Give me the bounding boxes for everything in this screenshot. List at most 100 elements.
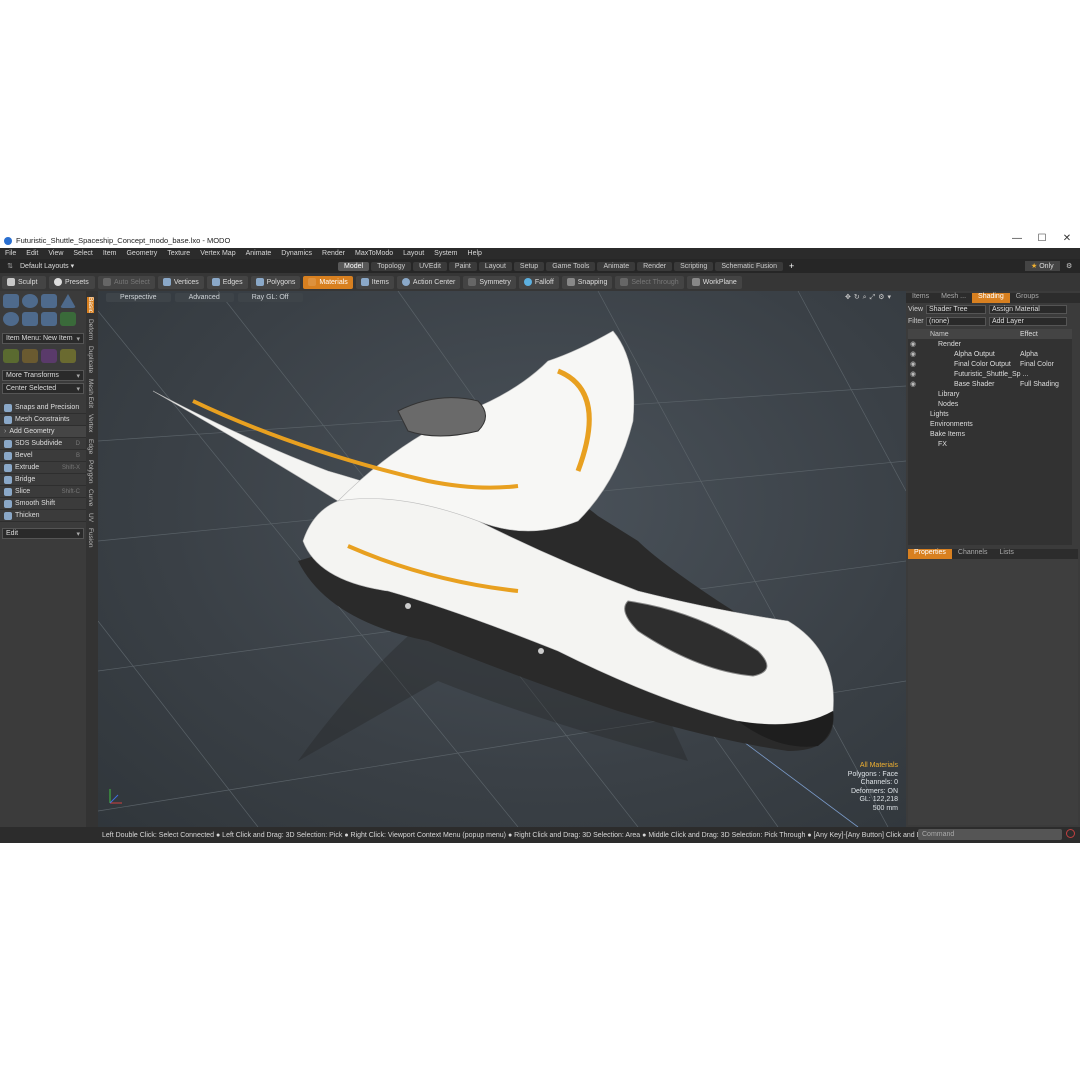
- tab-uvedit[interactable]: UVEdit: [413, 261, 447, 271]
- add-tab-button[interactable]: +: [789, 261, 794, 271]
- vtab-duplicate[interactable]: Duplicate: [87, 346, 94, 373]
- vtab-deform[interactable]: Deform: [87, 319, 94, 340]
- add-layer-button[interactable]: Add Layer: [989, 317, 1067, 326]
- close-button[interactable]: ✕: [1055, 233, 1079, 244]
- menu-view[interactable]: View: [43, 250, 68, 257]
- menu-maxtomodo[interactable]: MaxToModo: [350, 250, 398, 257]
- vtab-fusion[interactable]: Fusion: [87, 528, 94, 548]
- move-icon[interactable]: [3, 349, 19, 363]
- sculpt-button[interactable]: Sculpt: [2, 275, 46, 289]
- tree-row-material[interactable]: ◉ Futuristic_Shuttle_Sp ...: [908, 369, 1072, 379]
- menu-dynamics[interactable]: Dynamics: [276, 250, 317, 257]
- menu-animate[interactable]: Animate: [241, 250, 277, 257]
- items-button[interactable]: Items: [355, 275, 394, 289]
- add-geometry-header[interactable]: › Add Geometry: [0, 426, 86, 438]
- transform-icon[interactable]: [60, 349, 76, 363]
- snapping-button[interactable]: Snapping: [561, 275, 613, 289]
- cube-icon[interactable]: [3, 294, 19, 308]
- materials-button[interactable]: Materials: [303, 275, 353, 289]
- menu-render[interactable]: Render: [317, 250, 350, 257]
- bridge-button[interactable]: Bridge: [0, 474, 86, 486]
- tab-game-tools[interactable]: Game Tools: [546, 261, 596, 271]
- eye-icon[interactable]: ◉: [910, 350, 918, 358]
- gear-icon[interactable]: ⚙: [1066, 262, 1072, 270]
- vtab-uv[interactable]: UV: [87, 513, 94, 522]
- menu-item[interactable]: Item: [98, 250, 122, 257]
- tab-layout[interactable]: Layout: [478, 261, 512, 271]
- menu-layout[interactable]: Layout: [398, 250, 429, 257]
- tree-row-library[interactable]: Library: [908, 389, 1072, 399]
- presets-button[interactable]: Presets: [49, 275, 95, 289]
- more-transforms-dropdown[interactable]: More Transforms: [2, 370, 84, 381]
- maximize-button[interactable]: ☐: [1030, 233, 1054, 244]
- action-center-button[interactable]: Action Center: [396, 275, 461, 289]
- workplane-button[interactable]: WorkPlane: [686, 275, 742, 289]
- falloff-button[interactable]: Falloff: [518, 275, 559, 289]
- layout-switch-icon[interactable]: ⇅: [0, 262, 20, 270]
- only-toggle[interactable]: ★ Only: [1025, 261, 1060, 271]
- tab-properties[interactable]: Properties: [908, 549, 952, 559]
- sphere-icon[interactable]: [22, 294, 38, 308]
- bevel-button[interactable]: Bevel B: [0, 450, 86, 462]
- perspective-tab[interactable]: Perspective: [106, 292, 171, 302]
- tree-row-lights[interactable]: Lights: [908, 409, 1072, 419]
- tree-row-final-color-output[interactable]: ◉ Final Color Output Final Color: [908, 359, 1072, 369]
- slice-button[interactable]: Slice Shift-C: [0, 486, 86, 498]
- tab-schematic-fusion[interactable]: Schematic Fusion: [715, 261, 783, 271]
- assign-material-button[interactable]: Assign Material: [989, 305, 1067, 314]
- tree-row-alpha-output[interactable]: ◉ Alpha Output Alpha: [908, 349, 1072, 359]
- tree-effect[interactable]: Full Shading: [1020, 381, 1059, 388]
- menu-edit[interactable]: Edit: [21, 250, 43, 257]
- center-selected-dropdown[interactable]: Center Selected: [2, 383, 84, 394]
- torus-icon[interactable]: [3, 312, 19, 326]
- tab-scripting[interactable]: Scripting: [674, 261, 714, 271]
- vtab-basic[interactable]: Basic: [87, 297, 94, 313]
- capsule-icon[interactable]: [22, 312, 38, 326]
- polygons-button[interactable]: Polygons: [250, 275, 301, 289]
- vtab-vertex[interactable]: Vertex: [87, 414, 94, 432]
- rotate-icon[interactable]: [22, 349, 38, 363]
- tree-effect[interactable]: Alpha: [1020, 351, 1038, 358]
- tab-lists[interactable]: Lists: [993, 549, 1019, 559]
- menu-system[interactable]: System: [429, 250, 462, 257]
- menu-vertex-map[interactable]: Vertex Map: [195, 250, 240, 257]
- tab-groups[interactable]: Groups: [1010, 293, 1045, 303]
- scale-icon[interactable]: [41, 349, 57, 363]
- default-layouts-dropdown[interactable]: Default Layouts ▾: [20, 262, 338, 270]
- menu-geometry[interactable]: Geometry: [121, 250, 162, 257]
- mesh-constraints-button[interactable]: Mesh Constraints: [0, 414, 86, 426]
- eye-icon[interactable]: ◉: [910, 360, 918, 368]
- tab-model[interactable]: Model: [338, 261, 370, 271]
- viewport-nav-icons[interactable]: ✥↻⌕⤢⚙▾: [845, 293, 894, 302]
- snaps-and-precision-button[interactable]: Snaps and Precision: [0, 402, 86, 414]
- cone-icon[interactable]: [60, 294, 76, 308]
- tree-row-nodes[interactable]: Nodes: [908, 399, 1072, 409]
- text-icon[interactable]: [60, 312, 76, 326]
- 3d-viewport[interactable]: Perspective Advanced Ray GL: Off ✥↻⌕⤢⚙▾ …: [98, 291, 906, 827]
- edges-button[interactable]: Edges: [206, 275, 248, 289]
- plane-icon[interactable]: [41, 312, 57, 326]
- edit-dropdown[interactable]: Edit: [2, 528, 84, 539]
- smooth-shift-button[interactable]: Smooth Shift: [0, 498, 86, 510]
- tree-row-fx[interactable]: FX: [908, 439, 1072, 449]
- eye-icon[interactable]: ◉: [910, 370, 918, 378]
- tab-setup[interactable]: Setup: [513, 261, 545, 271]
- eye-icon[interactable]: ◉: [910, 340, 918, 348]
- select-through-button[interactable]: Select Through: [615, 275, 684, 289]
- item-menu-dropdown[interactable]: Item Menu: New Item: [2, 333, 84, 344]
- auto-select-button[interactable]: Auto Select: [98, 275, 155, 289]
- eye-icon[interactable]: ◉: [910, 380, 918, 388]
- menu-select[interactable]: Select: [68, 250, 97, 257]
- tab-channels[interactable]: Channels: [952, 549, 994, 559]
- tab-items[interactable]: Items: [906, 293, 935, 303]
- tab-mesh[interactable]: Mesh ...: [935, 293, 972, 303]
- record-icon[interactable]: [1066, 829, 1075, 838]
- vtab-edge[interactable]: Edge: [87, 439, 94, 454]
- thicken-button[interactable]: Thicken: [0, 510, 86, 522]
- tree-effect[interactable]: Final Color: [1020, 361, 1054, 368]
- menu-help[interactable]: Help: [463, 250, 487, 257]
- menu-file[interactable]: File: [0, 250, 21, 257]
- tree-row-environments[interactable]: Environments: [908, 419, 1072, 429]
- ray-gl-tab[interactable]: Ray GL: Off: [237, 292, 303, 302]
- view-dropdown[interactable]: Shader Tree: [926, 305, 986, 314]
